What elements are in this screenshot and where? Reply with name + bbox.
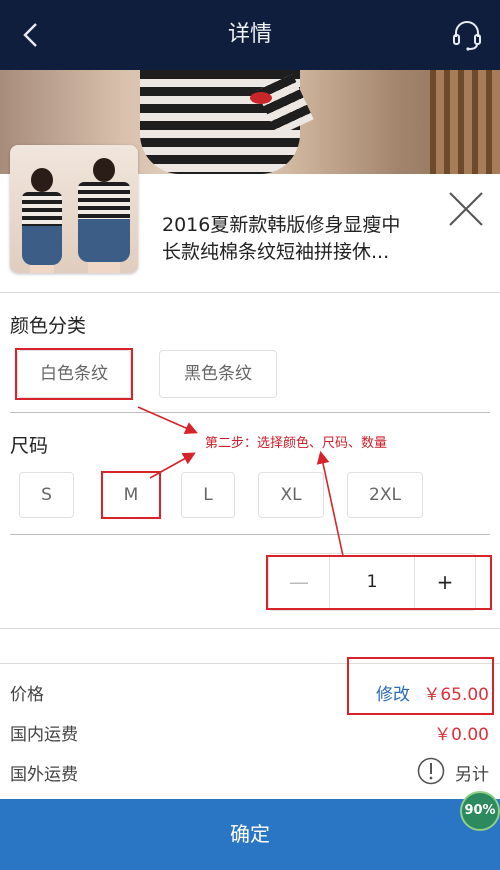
page-title: 详情: [227, 22, 272, 47]
price-label: 价格: [10, 685, 44, 705]
size-option-xl[interactable]: XL: [258, 472, 324, 518]
size-section-label: 尺码: [10, 435, 49, 457]
highlight-box-size: [101, 471, 161, 519]
color-section-label: 颜色分类: [10, 315, 87, 337]
divider: [10, 534, 490, 535]
progress-badge: 90%: [460, 791, 500, 831]
divider: [0, 292, 500, 293]
customer-service-headset-icon[interactable]: [450, 18, 484, 52]
divider: [10, 412, 490, 413]
top-navbar: 详情: [0, 0, 500, 70]
color-option-black-stripe[interactable]: 黑色条纹: [159, 350, 277, 398]
exclamation-info-icon[interactable]: [417, 757, 445, 785]
divider: [0, 628, 500, 629]
product-title-line2: 长款纯棉条纹短袖拼接休...: [162, 241, 390, 263]
product-title-line1: 2016夏新款韩版修身显瘦中: [162, 214, 401, 236]
domestic-shipping-value: ￥0.00: [434, 725, 489, 745]
size-option-2xl[interactable]: 2XL: [347, 472, 423, 518]
highlight-box-price: [347, 657, 494, 715]
product-title: 2016夏新款韩版修身显瘦中 长款纯棉条纹短袖拼接休...: [162, 212, 437, 266]
size-option-l[interactable]: L: [181, 472, 235, 518]
confirm-button[interactable]: 确定: [0, 799, 500, 870]
highlight-box-color: [15, 348, 133, 400]
annotation-text: 第二步：选择颜色、尺码、数量: [205, 436, 388, 451]
domestic-shipping-label: 国内运费: [10, 725, 78, 745]
international-shipping-label: 国外运费: [10, 765, 78, 785]
product-thumbnail: [10, 145, 138, 273]
international-shipping-value: 另计: [455, 765, 489, 785]
highlight-box-quantity: [266, 555, 492, 610]
size-option-s[interactable]: S: [19, 472, 74, 518]
close-icon[interactable]: [446, 189, 486, 229]
